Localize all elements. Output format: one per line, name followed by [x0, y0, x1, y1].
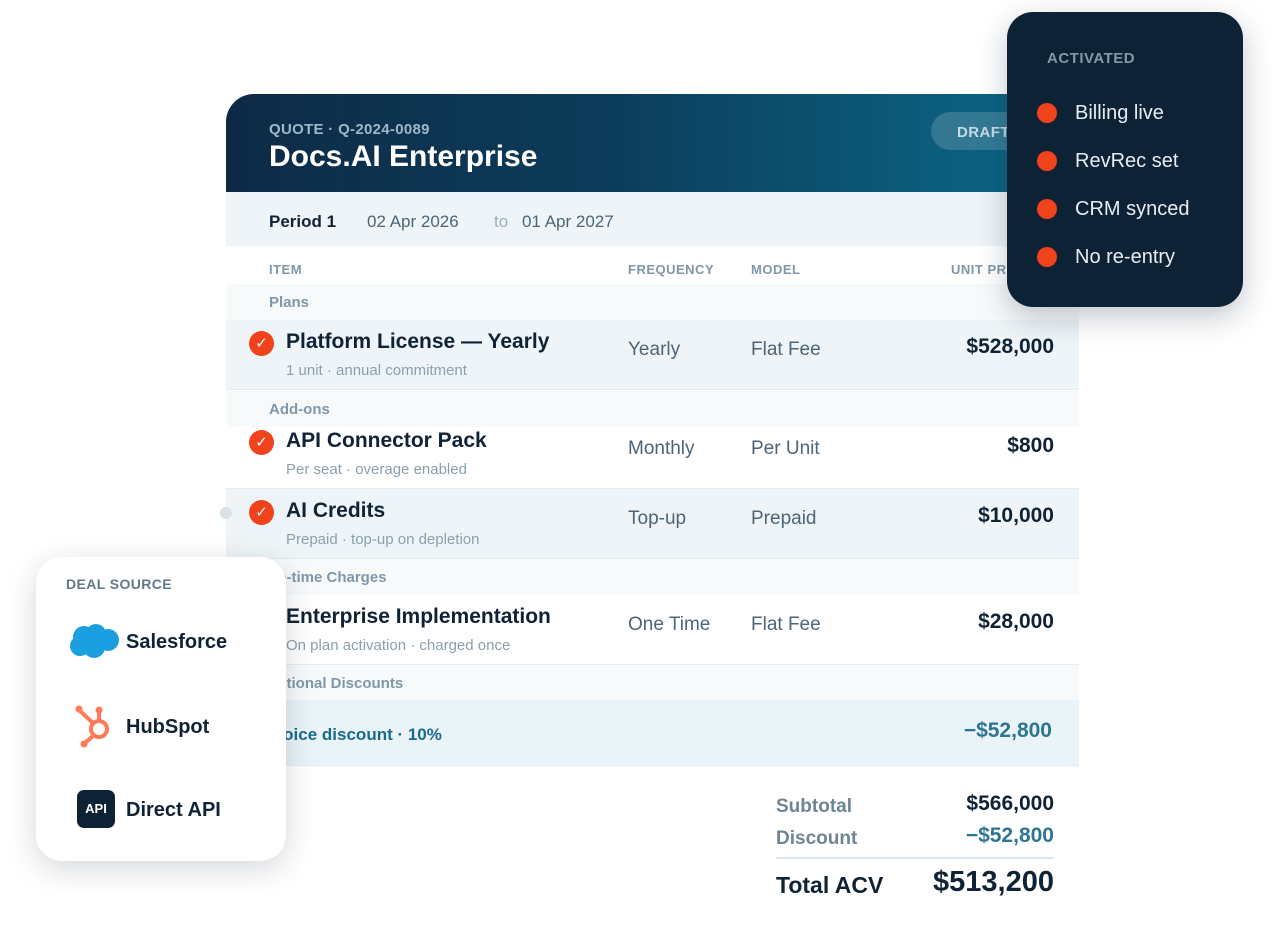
checkmark-icon[interactable]: ✓ — [249, 331, 274, 356]
activated-title: ACTIVATED — [1047, 50, 1136, 67]
line-item-row[interactable]: ✓ API Connector Pack Per seat · overage … — [226, 419, 1079, 489]
activated-panel: ACTIVATED Billing live RevRec set CRM sy… — [1007, 12, 1243, 307]
group-label: lditional Discounts — [269, 675, 404, 692]
item-unit-price: $528,000 — [966, 335, 1054, 358]
status-dot-icon — [1037, 151, 1057, 171]
item-description: Per seat · overage enabled — [286, 461, 467, 478]
item-model: Per Unit — [751, 438, 820, 459]
checkmark-icon[interactable]: ✓ — [249, 500, 274, 525]
item-model: Prepaid — [751, 508, 817, 529]
item-name: API Connector Pack — [286, 429, 487, 452]
group-label: Plans — [269, 294, 310, 311]
activated-item: Billing live — [1037, 101, 1237, 125]
group-header-one-time: ne-time Charges — [226, 559, 1079, 595]
discount-amount: −$52,800 — [963, 719, 1052, 742]
item-model: Flat Fee — [751, 614, 821, 635]
line-item-row[interactable]: ✓ AI Credits Prepaid · top-up on depleti… — [226, 489, 1079, 559]
quote-id: QUOTE · Q-2024-0089 — [269, 121, 430, 138]
column-header-frequency: FREQUENCY — [628, 262, 715, 277]
discount-total-value: −$52,800 — [965, 824, 1054, 847]
column-header-item: ITEM — [269, 262, 303, 277]
subtotal-label: Subtotal — [776, 796, 852, 817]
group-header-discounts: lditional Discounts — [226, 665, 1079, 701]
source-hubspot[interactable]: HubSpot — [66, 704, 276, 748]
activated-item: No re-entry — [1037, 245, 1237, 269]
item-unit-price: $10,000 — [978, 504, 1054, 527]
period-separator: to — [494, 212, 509, 231]
api-icon: API — [77, 790, 115, 828]
item-description: 1 unit · annual commitment — [286, 362, 467, 379]
total-acv-value: $513,200 — [933, 866, 1054, 898]
hubspot-sprocket-icon — [75, 705, 109, 748]
discount-total-label: Discount — [776, 828, 858, 849]
deal-source-card: DEAL SOURCE Salesforce HubSpot API Direc… — [36, 557, 286, 861]
deal-source-title: DEAL SOURCE — [66, 576, 173, 592]
status-dot-icon — [1037, 199, 1057, 219]
item-model: Flat Fee — [751, 339, 821, 360]
item-frequency: Monthly — [628, 438, 695, 459]
discount-label: ıvoice discount · 10% — [269, 725, 442, 744]
quote-header: QUOTE · Q-2024-0089 Docs.AI Enterprise D… — [226, 94, 1079, 192]
item-frequency: One Time — [628, 614, 711, 635]
discount-row[interactable]: ıvoice discount · 10% −$52,800 — [226, 700, 1079, 766]
activated-item: CRM synced — [1037, 197, 1237, 221]
source-direct-api[interactable]: API Direct API — [66, 787, 276, 831]
item-name: AI Credits — [286, 499, 386, 522]
totals-divider — [776, 857, 1054, 859]
item-name: Platform License — Yearly — [286, 330, 550, 353]
source-label: Salesforce — [126, 631, 228, 653]
item-unit-price: $28,000 — [978, 610, 1054, 633]
group-label: ne-time Charges — [269, 569, 387, 586]
subtotal-value: $566,000 — [966, 792, 1054, 815]
line-item-row[interactable]: ✓ Platform License — Yearly 1 unit · ann… — [226, 320, 1079, 390]
item-description: On plan activation · charged once — [286, 637, 511, 654]
column-header-unit-price: UNIT PR — [951, 262, 1007, 277]
period-start-date[interactable]: 02 Apr 2026 — [367, 212, 459, 232]
period-bar: Period 1 02 Apr 2026 to 01 Apr 2027 — [226, 192, 1079, 246]
quote-card: QUOTE · Q-2024-0089 Docs.AI Enterprise D… — [226, 94, 1079, 914]
period-end-date[interactable]: 01 Apr 2027 — [522, 212, 614, 232]
activated-item-label: Billing live — [1075, 102, 1164, 124]
item-name: Enterprise Implementation — [286, 605, 551, 628]
source-label: HubSpot — [126, 716, 210, 738]
group-label: Add-ons — [269, 401, 330, 418]
status-dot-icon — [1037, 247, 1057, 267]
salesforce-cloud-icon — [70, 624, 119, 658]
activated-item-label: RevRec set — [1075, 150, 1179, 172]
line-item-row[interactable]: Enterprise Implementation On plan activa… — [226, 595, 1079, 665]
column-header-model: MODEL — [751, 262, 801, 277]
period-label: Period 1 — [269, 212, 337, 231]
activated-item: RevRec set — [1037, 149, 1237, 173]
item-frequency: Top-up — [628, 508, 687, 529]
activated-item-label: CRM synced — [1075, 198, 1190, 220]
item-unit-price: $800 — [1007, 434, 1054, 457]
item-frequency: Yearly — [628, 339, 681, 360]
activated-item-label: No re-entry — [1075, 246, 1176, 268]
quote-title: Docs.AI Enterprise — [269, 140, 538, 173]
group-header-plans: Plans — [226, 284, 1079, 320]
checkmark-icon[interactable]: ✓ — [249, 430, 274, 455]
source-label: Direct API — [126, 799, 221, 821]
source-salesforce[interactable]: Salesforce — [66, 619, 276, 663]
total-acv-label: Total ACV — [776, 872, 884, 898]
item-description: Prepaid · top-up on depletion — [286, 531, 480, 548]
status-dot-icon — [1037, 103, 1057, 123]
connector-dot — [220, 507, 232, 519]
